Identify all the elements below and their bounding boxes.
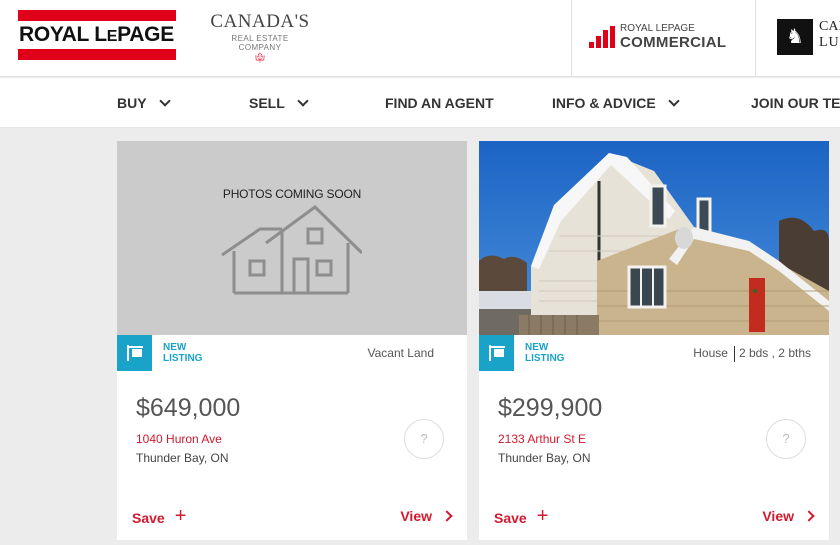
view-label: View — [400, 508, 432, 524]
property-details: 2 bds , 2 bths — [738, 346, 811, 361]
chevron-down-icon — [158, 94, 171, 107]
listing-photo[interactable]: PHOTOS COMING SOON — [117, 141, 467, 335]
new-listing-line2: LISTING — [525, 353, 565, 364]
tagline-small: REAL ESTATE COMPANY — [231, 34, 289, 52]
nav-buy-label: BUY — [117, 95, 147, 111]
save-button[interactable]: Save + — [132, 505, 187, 528]
save-button[interactable]: Save + — [494, 505, 549, 528]
header-divider — [755, 0, 756, 77]
lux-line2: LUX — [819, 35, 840, 50]
plus-icon: + — [536, 505, 549, 527]
chevron-down-icon — [297, 94, 309, 107]
nav-join-our-team[interactable]: JOIN OUR TEA — [751, 95, 840, 111]
lux-line1: CAR — [819, 19, 840, 34]
nav-buy[interactable]: BUY — [117, 94, 171, 111]
house-placeholder-icon — [221, 205, 362, 295]
save-label: Save — [132, 510, 165, 526]
house-photo-image — [479, 141, 829, 335]
listing-price: $649,000 — [136, 394, 241, 422]
photos-coming-soon-text: PHOTOS COMING SOON — [222, 187, 362, 201]
chevron-right-icon — [803, 510, 815, 522]
plus-icon: + — [174, 505, 187, 527]
nav-join-our-team-label: JOIN OUR TEA — [751, 95, 840, 111]
site-header: ROYAL LEPAGE CANADA'S REAL ESTATE COMPAN… — [0, 0, 840, 77]
horse-icon: ♞ — [777, 19, 813, 55]
property-type: House 2 bds , 2 bths — [693, 346, 811, 362]
view-button[interactable]: View — [400, 508, 453, 524]
royal-lepage-logo[interactable]: ROYAL LEPAGE — [18, 10, 176, 60]
sign-flag-icon — [489, 345, 505, 361]
view-button[interactable]: View — [762, 508, 815, 524]
royal-lepage-commercial-logo[interactable]: ROYAL LEPAGE COMMERCIAL — [589, 22, 749, 52]
save-label: Save — [494, 510, 527, 526]
help-icon[interactable]: ? — [766, 419, 806, 459]
new-listing-label: NEW LISTING — [525, 342, 564, 364]
new-listing-label: NEW LISTING — [163, 342, 202, 364]
luxury-logo[interactable]: ♞ CAR LUX — [777, 19, 840, 55]
header-divider — [571, 0, 572, 77]
chevron-down-icon — [668, 94, 680, 107]
property-type-label: House — [693, 346, 728, 361]
nav-find-an-agent[interactable]: FIND AN AGENT — [385, 95, 494, 111]
listing-price: $299,900 — [498, 394, 603, 422]
listing-card[interactable]: NEW LISTING House 2 bds , 2 bths $299,900… — [479, 141, 829, 540]
listing-tag-row: NEW LISTING Vacant Land — [117, 335, 467, 371]
nav-info-advice-label: INFO & ADVICE — [552, 95, 656, 111]
tagline-big: CANADA'S — [210, 11, 310, 32]
listing-address[interactable]: 1040 Huron Ave — [136, 432, 222, 446]
commercial-line1: ROYAL LEPAGE — [620, 23, 695, 34]
new-listing-badge — [117, 335, 152, 371]
property-type: Vacant Land — [367, 346, 435, 360]
canadas-real-estate-company-logo: CANADA'S REAL ESTATE COMPANY 🍁︎ — [210, 12, 310, 64]
logo-bar-bottom — [18, 49, 176, 60]
listing-address[interactable]: 2133 Arthur St E — [498, 432, 586, 446]
view-label: View — [762, 508, 794, 524]
commercial-bars-icon — [589, 26, 616, 48]
main-nav: BUY SELL FIND AN AGENT INFO & ADVICE JOI… — [0, 78, 840, 128]
listing-city: Thunder Bay, ON — [498, 451, 591, 465]
logo-wordmark: ROYAL LEPAGE — [19, 23, 174, 46]
logo-bar-top — [18, 10, 176, 21]
chevron-right-icon — [441, 510, 453, 522]
nav-sell[interactable]: SELL — [249, 94, 309, 111]
nav-find-an-agent-label: FIND AN AGENT — [385, 95, 494, 111]
new-listing-line2: LISTING — [163, 353, 203, 364]
new-listing-line1: NEW — [525, 342, 549, 353]
maple-leaf-icon: 🍁︎ — [253, 53, 267, 64]
new-listing-badge — [479, 335, 514, 371]
nav-sell-label: SELL — [249, 95, 285, 111]
new-listing-line1: NEW — [163, 342, 187, 353]
sign-flag-icon — [127, 345, 143, 361]
listing-tag-row: NEW LISTING House 2 bds , 2 bths — [479, 335, 829, 371]
type-separator — [733, 346, 735, 362]
listing-card[interactable]: PHOTOS COMING SOON NEW LISTING Vacant La… — [117, 141, 467, 540]
listing-city: Thunder Bay, ON — [136, 451, 229, 465]
help-icon[interactable]: ? — [404, 419, 444, 459]
commercial-line2: COMMERCIAL — [620, 34, 727, 51]
nav-info-advice[interactable]: INFO & ADVICE — [552, 94, 680, 111]
listing-photo[interactable] — [479, 141, 829, 335]
